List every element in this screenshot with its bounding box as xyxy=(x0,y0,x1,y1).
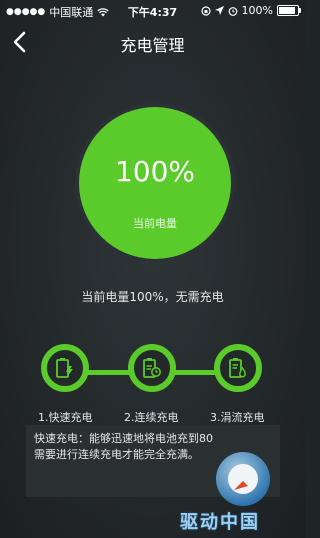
alarm-icon xyxy=(228,6,237,16)
watermark-logo-icon xyxy=(216,452,270,506)
page-title: 充电管理 xyxy=(120,36,185,55)
battery-icon xyxy=(277,5,301,16)
charge-status-message: 当前电量100%，无需充电 xyxy=(81,290,224,304)
charge-level-circle: 100% 当前电量 xyxy=(79,107,231,259)
trickle-charge-icon xyxy=(229,358,246,378)
navigation-bar: 充电管理 xyxy=(0,22,305,62)
charge-percent: 100% xyxy=(114,155,196,188)
continuous-charge-icon xyxy=(143,358,161,378)
location-icon xyxy=(214,6,224,15)
stage-trickle-charge xyxy=(214,344,262,392)
status-bar: ●●●●● 中国联通 下午4:37 100% xyxy=(0,0,305,22)
battery-percent: 100% xyxy=(241,4,273,17)
rotation-lock-icon xyxy=(200,5,211,16)
stage-label: 3.涓流充电 xyxy=(210,411,265,424)
stage-label: 2.连续充电 xyxy=(124,411,179,424)
status-right: 100% xyxy=(200,4,301,17)
watermark-text: 驱动中国 xyxy=(180,512,260,533)
stage-fast-charge xyxy=(41,344,89,392)
stage-label: 1.快速充电 xyxy=(38,411,93,424)
charge-percent-label: 当前电量 xyxy=(133,217,177,230)
battery-fill xyxy=(279,7,295,14)
fast-charge-icon xyxy=(56,358,73,378)
charge-info-line: 快速充电：能够迅速地将电池充到80 xyxy=(34,432,213,445)
charge-management-screen: ●●●●● 中国联通 下午4:37 100% 充电管理 100% 当前电量 当前… xyxy=(0,0,305,538)
stage-continuous-charge xyxy=(128,344,176,392)
